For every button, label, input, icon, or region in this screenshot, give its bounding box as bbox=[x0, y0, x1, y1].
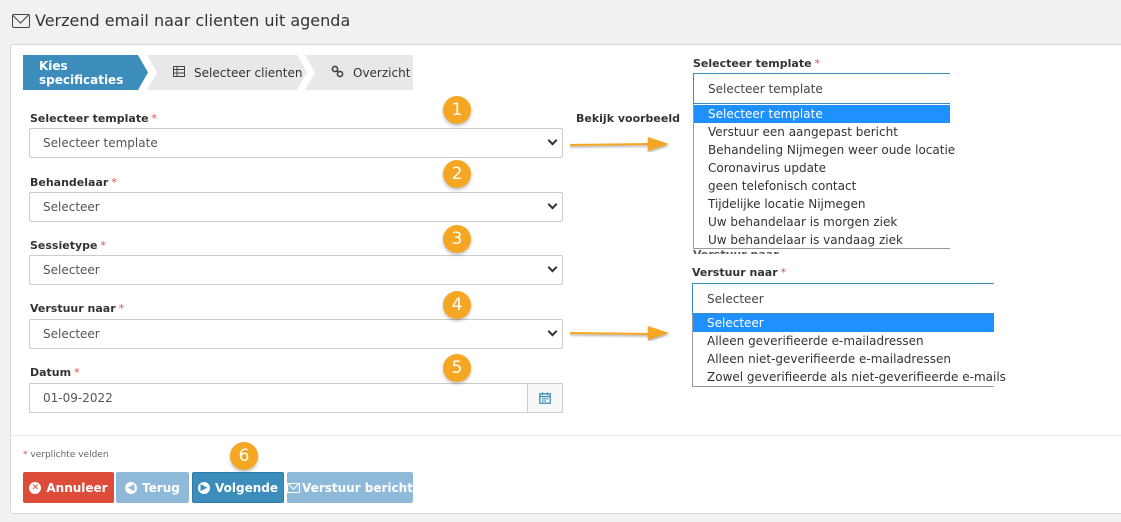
wizard-step-label: Overzicht bbox=[353, 65, 411, 80]
footer-divider bbox=[10, 435, 1121, 436]
envelope-icon bbox=[12, 13, 30, 28]
callout-badge: 6 bbox=[230, 442, 258, 470]
verstuur-naar-select-value: Selecteer bbox=[43, 327, 100, 341]
template-select[interactable]: Selecteer template bbox=[29, 128, 563, 158]
wizard-step-overzicht[interactable]: Overzicht bbox=[305, 55, 413, 90]
back-button[interactable]: ◀ Terug bbox=[116, 472, 189, 503]
required-note: * verplichte velden bbox=[23, 450, 109, 460]
callout-badge: 4 bbox=[443, 291, 471, 319]
send-message-button[interactable]: Verstuur bericht bbox=[287, 472, 413, 503]
chevron-down-icon bbox=[547, 199, 558, 210]
recipient-dropdown-label: Verstuur naar * bbox=[692, 266, 787, 279]
chevron-down-icon bbox=[547, 326, 558, 337]
wizard-step-label: Selecteer clienten bbox=[194, 65, 303, 80]
page-title: Verzend email naar clienten uit agenda bbox=[12, 11, 350, 30]
recipient-option[interactable]: Zowel geverifieerde als niet-geverifieer… bbox=[693, 368, 1006, 386]
chevron-down-icon bbox=[547, 262, 558, 273]
sessietype-select-value: Selecteer bbox=[43, 263, 100, 277]
wizard-step-clienten[interactable]: Selecteer clienten bbox=[147, 55, 307, 90]
calendar-icon[interactable] bbox=[527, 384, 562, 412]
wizard-step-label: Kies specificaties bbox=[39, 58, 124, 87]
verstuur-naar-select[interactable]: Selecteer bbox=[29, 319, 563, 349]
recipient-option[interactable]: Alleen niet-geverifieerde e-mailadressen bbox=[693, 350, 994, 368]
callout-badge: 3 bbox=[443, 225, 471, 253]
sessietype-label: Sessietype * bbox=[30, 239, 106, 252]
preview-link[interactable]: Bekijk voorbeeld bbox=[576, 112, 680, 125]
template-dropdown-list: Selecteer template Verstuur een aangepas… bbox=[693, 104, 955, 249]
behandelaar-select-value: Selecteer bbox=[43, 200, 100, 214]
recipient-dropdown-head[interactable]: Selecteer bbox=[692, 283, 994, 314]
behandelaar-select[interactable]: Selecteer bbox=[29, 192, 563, 222]
callout-badge: 1 bbox=[443, 96, 471, 124]
wizard-step-specificaties[interactable]: Kies specificaties bbox=[23, 55, 148, 90]
page-title-text: Verzend email naar clienten uit agenda bbox=[35, 11, 351, 30]
callout-badge: 5 bbox=[443, 354, 471, 382]
template-dropdown-head[interactable]: Selecteer template bbox=[693, 73, 950, 104]
table-icon bbox=[173, 65, 185, 80]
next-button[interactable]: ▶ Volgende bbox=[192, 472, 284, 503]
arrow-left-circle-icon: ◀ bbox=[125, 481, 138, 494]
datum-input[interactable]: 01-09-2022 bbox=[29, 383, 563, 413]
template-option[interactable]: Coronavirus update bbox=[694, 159, 950, 177]
cancel-button[interactable]: ✕ Annuleer bbox=[23, 472, 114, 503]
template-option[interactable]: Selecteer template bbox=[694, 105, 950, 123]
link-icon bbox=[331, 65, 344, 81]
template-option[interactable]: Tijdelijke locatie Nijmegen bbox=[694, 195, 950, 213]
datum-value: 01-09-2022 bbox=[43, 391, 113, 405]
behandelaar-label: Behandelaar * bbox=[30, 176, 117, 189]
template-option[interactable]: Verstuur een aangepast bericht bbox=[694, 123, 950, 141]
arrow-right-circle-icon: ▶ bbox=[198, 481, 210, 494]
recipient-dropdown-list: Selecteer Alleen geverifieerde e-mailadr… bbox=[692, 314, 1006, 387]
arrow-right-icon bbox=[570, 137, 669, 151]
times-circle-icon: ✕ bbox=[29, 481, 42, 494]
template-option[interactable]: Uw behandelaar is vandaag ziek bbox=[694, 231, 950, 249]
template-dropdown-label: Selecteer template * bbox=[693, 57, 821, 70]
arrow-right-icon bbox=[570, 326, 669, 340]
template-label: Selecteer template * bbox=[30, 112, 158, 125]
template-option[interactable]: Uw behandelaar is morgen ziek bbox=[694, 213, 950, 231]
recipient-option[interactable]: Selecteer bbox=[693, 314, 994, 332]
datum-label: Datum * bbox=[30, 366, 80, 379]
callout-badge: 2 bbox=[443, 160, 471, 188]
envelope-icon bbox=[287, 482, 301, 493]
template-option[interactable]: geen telefonisch contact bbox=[694, 177, 950, 195]
sessietype-select[interactable]: Selecteer bbox=[29, 255, 563, 285]
template-option[interactable]: Behandeling Nijmegen weer oude locatie bbox=[694, 141, 955, 159]
template-select-value: Selecteer template bbox=[43, 136, 158, 150]
verstuur-naar-ghost-label: Verstuur naar bbox=[693, 248, 779, 254]
chevron-down-icon bbox=[547, 135, 558, 146]
verstuur-naar-label: Verstuur naar * bbox=[30, 302, 125, 315]
recipient-option[interactable]: Alleen geverifieerde e-mailadressen bbox=[693, 332, 994, 350]
